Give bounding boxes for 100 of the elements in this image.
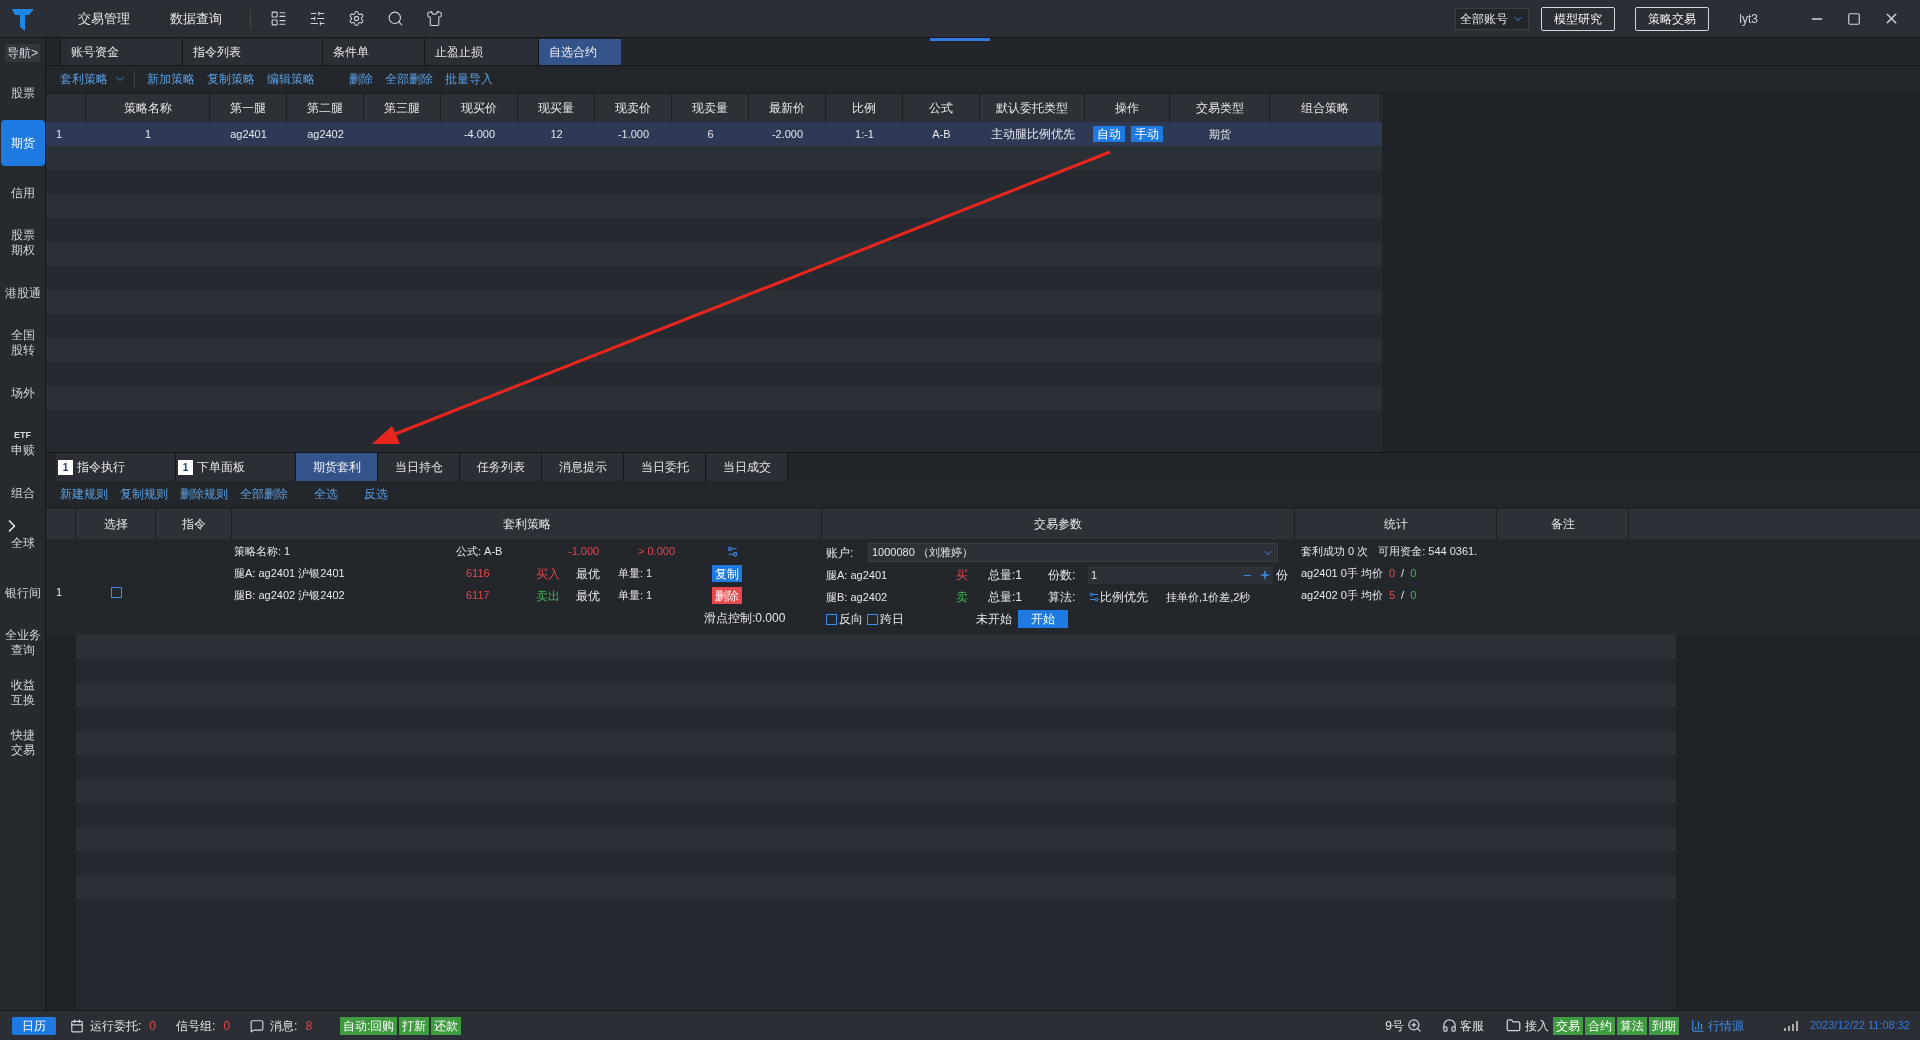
nav-item[interactable]: 银行间 [0, 570, 45, 616]
toolbar-link[interactable]: 编辑策略 [267, 70, 315, 88]
tab[interactable]: 指令列表 [182, 39, 322, 65]
zoom-icon[interactable] [1406, 1018, 1422, 1033]
toolbar-link[interactable]: 全部删除 [385, 70, 433, 88]
toolbar-link[interactable]: 复制策略 [207, 70, 255, 88]
tab[interactable]: 账号资金 [60, 39, 182, 65]
tab[interactable]: 当日委托 [624, 453, 706, 481]
quote-source-link[interactable]: 行情源 [1707, 1016, 1744, 1035]
tab[interactable]: 当日成交 [706, 453, 788, 481]
message-icon [250, 1018, 265, 1033]
leg-label: 腿B: ag2402 [826, 589, 889, 605]
nav-item[interactable]: 股票 [0, 70, 45, 116]
tab[interactable]: 任务列表 [460, 453, 542, 481]
status-text: 未开始 [976, 611, 1013, 628]
toolbar-link[interactable]: 全部删除 [240, 485, 288, 503]
restore-icon[interactable] [1847, 11, 1861, 26]
list-icon[interactable] [270, 10, 287, 27]
calendar-icon [70, 1018, 84, 1033]
checkbox[interactable] [867, 613, 878, 625]
row-number: 1 [55, 126, 64, 142]
separator-text: / [1401, 588, 1405, 604]
tab[interactable]: 条件单 [322, 39, 424, 65]
header-button[interactable]: 模型研究 [1541, 6, 1616, 31]
nav-item[interactable]: 收益 互换 [0, 670, 45, 716]
table-cell-text: 1 [144, 126, 152, 142]
menu-item[interactable]: 交易管理 [70, 8, 138, 29]
toolbar-link[interactable]: 删除规则 [180, 485, 228, 503]
average-value: 0 [1410, 566, 1417, 582]
row-number: 1 [56, 584, 63, 600]
average-value: 0 [1388, 566, 1396, 582]
copy-button[interactable]: 复制 [712, 565, 742, 582]
status-label: 运行委托: [90, 1017, 142, 1035]
table-row[interactable]: 1 1 ag2401 ag2402 -4.000 12 -1.000 6 -2.000 1:-1 A-B 主动腿比例优先 自动 手动 期货 [46, 122, 1382, 146]
account-dropdown[interactable]: 全部账号 [1455, 7, 1530, 30]
signal-icon [1783, 1020, 1798, 1031]
tab-badge: 1 [178, 459, 193, 475]
menu-item[interactable]: 数据查询 [162, 8, 230, 29]
service-link[interactable]: 客服 [1459, 1016, 1484, 1035]
toolbar-link[interactable]: 反选 [364, 485, 388, 503]
nav-item[interactable]: 股票 期权 [0, 220, 45, 266]
status-tag: 自动:回购 [340, 1016, 398, 1035]
action-button[interactable]: 手动 [1130, 126, 1163, 142]
account-label: 账户: [826, 544, 855, 562]
slippage-control: 滑点控制:0.000 [704, 609, 786, 623]
table-cell-text: 6 [707, 126, 714, 142]
shares-field[interactable]: 1 [1088, 566, 1273, 584]
nav-item[interactable]: 港股通 [0, 270, 45, 316]
toolbar-link[interactable]: 复制规则 [120, 485, 168, 503]
nav-item[interactable]: 信用 [0, 170, 45, 216]
nav-item[interactable]: 全国 股转 [0, 320, 45, 366]
leg-total: 总量:1 [988, 567, 1023, 584]
toolbar-link[interactable]: 新加策略 [147, 70, 195, 88]
toolbar-link[interactable]: 全选 [314, 485, 338, 503]
account-select[interactable]: 1000080 （刘雅婷） [868, 543, 1278, 562]
tab[interactable]: 1 指令执行 [56, 453, 176, 481]
status-label: 信号组: [176, 1017, 216, 1035]
tab[interactable]: 止盈止损 [424, 39, 538, 65]
plus-icon[interactable] [1259, 569, 1271, 581]
price-type: 最优 [576, 587, 601, 605]
table-cell-text: 12 [550, 126, 563, 142]
toolbar-link[interactable]: 删除 [349, 70, 373, 88]
table-cell-text: ag2401 [230, 126, 267, 142]
checkbox-label: 跨日 [880, 611, 904, 628]
tab[interactable]: 消息提示 [542, 453, 624, 481]
nav-item[interactable]: 全球 [0, 520, 45, 566]
nav-item[interactable]: 全业务 查询 [0, 620, 45, 666]
tab[interactable]: 期货套利 [296, 453, 378, 481]
tab-badge: 1 [58, 459, 73, 475]
algorithm-value: 比例优先 [1100, 589, 1149, 606]
checkbox[interactable] [110, 586, 122, 598]
nav-toggle[interactable]: 导航> [5, 44, 40, 62]
toolbar-link[interactable]: 新建规则 [60, 485, 108, 503]
toolbar-link[interactable]: 批量导入 [445, 70, 493, 88]
nav-item[interactable]: ETF 申赎 [0, 420, 45, 466]
status-tag: 算法 [1616, 1016, 1647, 1035]
header-button[interactable]: 策略交易 [1635, 6, 1710, 31]
table-cell-text: -4.000 [463, 126, 496, 142]
nav-item[interactable]: 期货 [0, 120, 45, 166]
strategy-dropdown[interactable]: 套利策略 [60, 70, 135, 88]
status-tag: 到期 [1648, 1016, 1679, 1035]
search-icon[interactable] [387, 10, 404, 27]
nav-item[interactable]: 组合 [0, 470, 45, 516]
shirt-icon[interactable] [426, 10, 443, 27]
chart-icon [1690, 1018, 1705, 1033]
start-button[interactable]: 开始 [1018, 610, 1068, 628]
tab[interactable]: 自选合约 [538, 39, 621, 65]
sliders-icon[interactable] [309, 10, 326, 27]
nav-item[interactable]: 场外 [0, 370, 45, 416]
action-button[interactable]: 自动 [1092, 126, 1125, 142]
nav-item[interactable]: 快捷 交易 [0, 720, 45, 766]
leg-label: 腿B: ag2402 沪银2402 [234, 588, 346, 604]
calendar-button[interactable]: 日历 [12, 1016, 56, 1035]
tab[interactable]: 1 下单面板 [176, 453, 296, 481]
delete-button[interactable]: 删除 [712, 587, 742, 604]
leg-side: 买入 [536, 565, 561, 583]
checkbox[interactable] [826, 613, 837, 625]
success-count: 套利成功 0 次 [1301, 544, 1369, 560]
tab[interactable]: 当日持仓 [378, 453, 460, 481]
leg-label: 腿A: ag2401 [826, 567, 889, 583]
